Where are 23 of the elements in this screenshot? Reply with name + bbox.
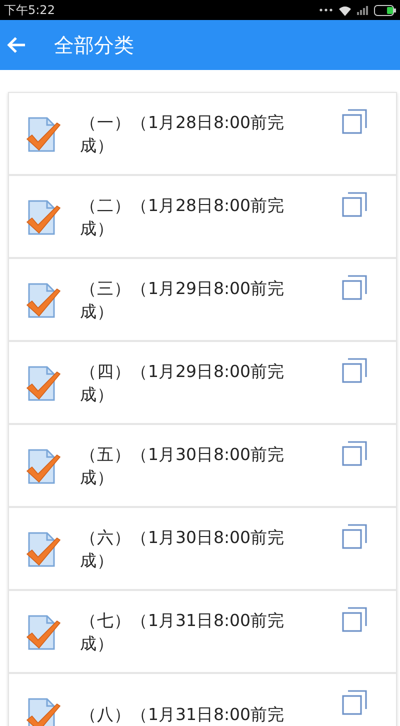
list-item[interactable]: （四）（1月29日8:00前完成） <box>9 342 396 425</box>
more-dots-icon <box>319 8 333 12</box>
item-title: （六）（1月30日8:00前完成） <box>80 526 286 572</box>
back-button[interactable] <box>6 36 26 54</box>
list-item[interactable]: （六）（1月30日8:00前完成） <box>9 508 396 591</box>
list-item[interactable]: （八）（1月31日8:00前完 <box>9 674 396 726</box>
item-title: （七）（1月31日8:00前完成） <box>80 610 286 654</box>
item-title: （四）（1月29日8:00前完成） <box>80 360 286 406</box>
battery-icon <box>374 4 396 16</box>
item-title: （三）（1月29日8:00前完成） <box>80 278 286 322</box>
signal-icon <box>357 5 369 15</box>
list-item[interactable]: （三）（1月29日8:00前完成） <box>9 259 396 342</box>
list-item[interactable]: （五）（1月30日8:00前完成） <box>9 425 396 508</box>
item-title: （五）（1月30日8:00前完成） <box>80 444 286 488</box>
item-title: （一）（1月28日8:00前完成） <box>80 112 286 156</box>
status-time: 下午5:22 <box>4 2 55 18</box>
item-title: （二）（1月28日8:00前完成） <box>80 194 286 240</box>
page-title: 全部分类 <box>54 32 134 58</box>
wifi-icon <box>338 4 352 16</box>
list-item[interactable]: （二）（1月28日8:00前完成） <box>9 176 396 259</box>
list-item[interactable]: （一）（1月28日8:00前完成） <box>9 93 396 176</box>
list-item[interactable]: （七）（1月31日8:00前完成） <box>9 591 396 674</box>
item-title: （八）（1月31日8:00前完 <box>80 704 286 726</box>
